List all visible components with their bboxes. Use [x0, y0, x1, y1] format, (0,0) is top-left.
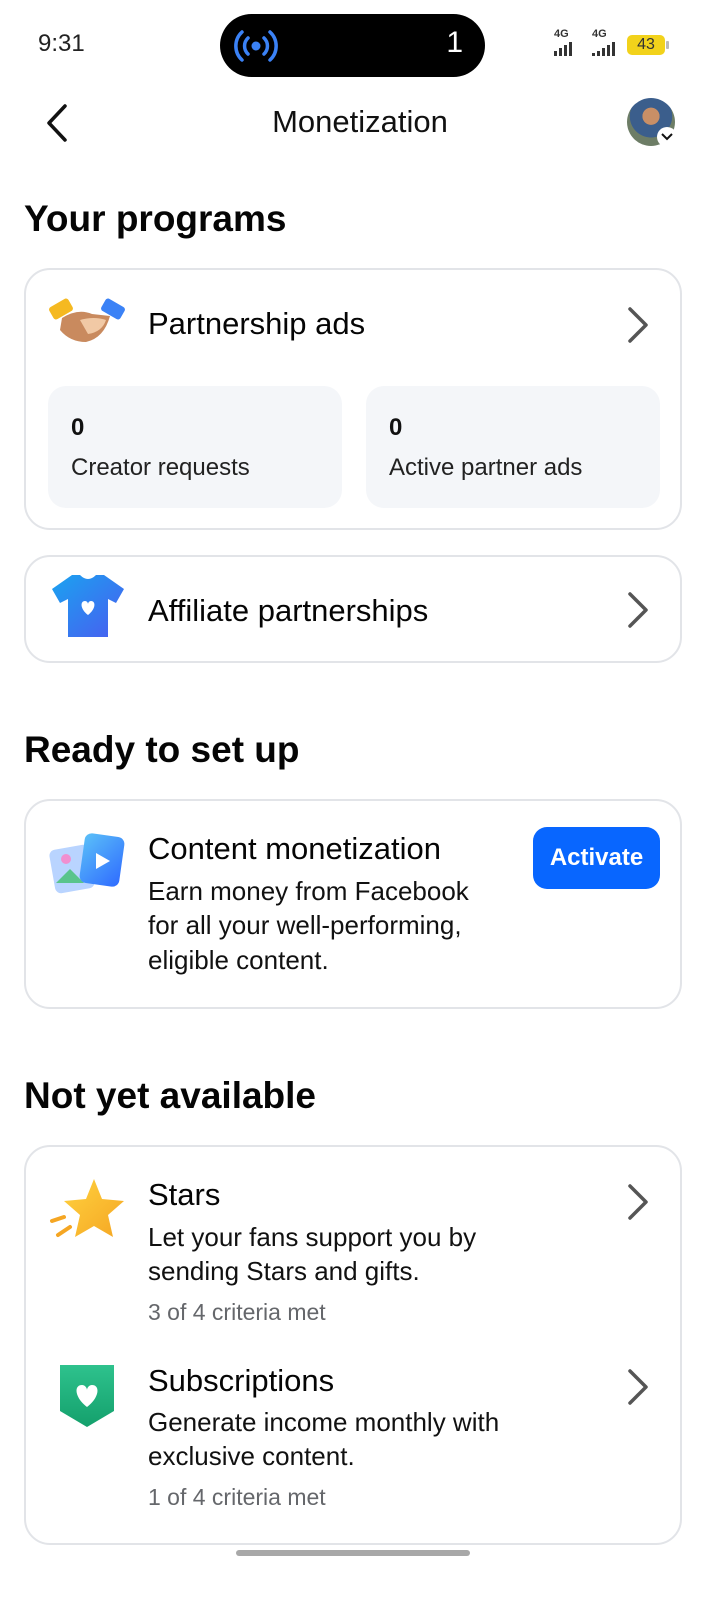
subscriptions-title: Subscriptions	[148, 1363, 335, 1398]
subscriptions-row[interactable]: Subscriptions Generate income monthly wi…	[26, 1337, 680, 1537]
tshirt-icon	[52, 575, 124, 637]
content-monetization-title: Content monetization	[148, 831, 441, 866]
stat-label: Active partner ads	[389, 454, 583, 481]
broadcast-icon	[234, 30, 278, 62]
signal-type-label: 4G	[592, 28, 607, 40]
chevron-right-icon	[628, 1369, 648, 1405]
partnership-ads-title: Partnership ads	[148, 306, 366, 341]
stars-row[interactable]: Stars Let your fans support you by sendi…	[26, 1147, 680, 1337]
handshake-icon	[49, 298, 125, 342]
subscriptions-desc-line: exclusive content.	[148, 1441, 355, 1471]
stars-desc-line: Let your fans support you by	[148, 1222, 477, 1252]
not-available-card: Stars Let your fans support you by sendi…	[24, 1145, 682, 1545]
chevron-right-icon	[628, 1184, 648, 1220]
content-monetization-card[interactable]: Content monetization Earn money from Fac…	[24, 799, 682, 1009]
affiliate-partnerships-title: Affiliate partnerships	[148, 593, 429, 628]
island-count: 1	[446, 26, 463, 59]
home-indicator[interactable]	[236, 1550, 470, 1556]
subscription-badge-icon	[60, 1365, 114, 1427]
chevron-right-icon	[628, 307, 648, 343]
creator-requests-stat[interactable]: 0 Creator requests	[48, 386, 342, 508]
affiliate-partnerships-card[interactable]: Affiliate partnerships	[24, 555, 682, 663]
section-title-ready: Ready to set up	[24, 729, 300, 770]
section-title-programs: Your programs	[24, 198, 287, 239]
stat-label: Creator requests	[71, 454, 250, 481]
signal-icon: 4G	[590, 28, 618, 58]
page-title: Monetization	[272, 104, 448, 139]
stat-value: 0	[389, 414, 403, 441]
battery-level: 43	[637, 36, 655, 53]
signal-icon: 4G	[552, 28, 580, 58]
stars-title: Stars	[148, 1177, 221, 1212]
stars-desc-line: sending Stars and gifts.	[148, 1256, 420, 1286]
stars-criteria: 3 of 4 criteria met	[148, 1299, 326, 1325]
content-media-icon	[49, 833, 125, 894]
battery-icon: 43	[627, 35, 669, 55]
content-monetization-desc-line: for all your well-performing,	[148, 910, 462, 940]
status-time: 9:31	[38, 30, 85, 57]
content-monetization-desc-line: Earn money from Facebook	[148, 876, 469, 906]
stat-value: 0	[71, 414, 85, 441]
status-bar: 9:31 1 4G 4G 43	[0, 0, 720, 90]
partnership-ads-card[interactable]: Partnership ads 0 Creator requests 0 Act…	[24, 268, 682, 530]
signal-type-label: 4G	[554, 28, 569, 40]
content-monetization-desc-line: eligible content.	[148, 945, 329, 975]
section-title-unavailable: Not yet available	[24, 1075, 317, 1116]
active-partner-ads-stat[interactable]: 0 Active partner ads	[366, 386, 660, 508]
activate-button[interactable]: Activate	[533, 827, 660, 889]
star-icon	[50, 1179, 124, 1237]
dynamic-island[interactable]: 1	[220, 14, 485, 77]
chevron-down-icon[interactable]	[657, 127, 677, 147]
chevron-right-icon	[628, 592, 648, 628]
subscriptions-criteria: 1 of 4 criteria met	[148, 1484, 326, 1510]
subscriptions-desc-line: Generate income monthly with	[148, 1407, 500, 1437]
